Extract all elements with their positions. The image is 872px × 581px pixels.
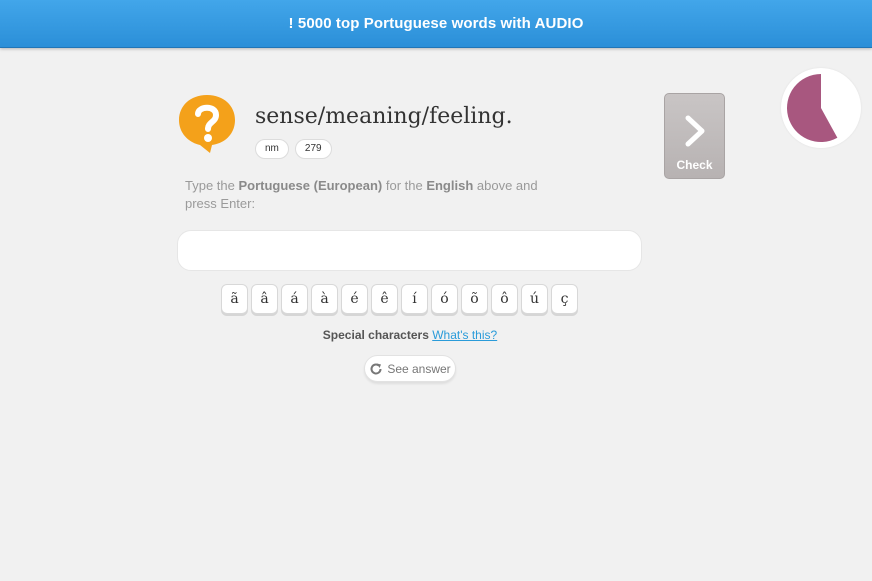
question-bubble-icon <box>179 95 235 153</box>
chevron-right-icon <box>685 115 705 147</box>
char-key-o-acute[interactable]: ó <box>431 284 458 314</box>
char-key-e-circumflex[interactable]: ê <box>371 284 398 314</box>
countdown-timer <box>781 68 861 148</box>
top-banner: ! 5000 top Portuguese words with AUDIO <box>0 0 872 48</box>
prompt-word: sense/meaning/feeling. <box>255 104 513 129</box>
check-label: Check <box>676 158 713 172</box>
word-rank-tag: 279 <box>294 139 332 159</box>
special-characters-label: Special characters <box>322 328 429 342</box>
special-characters-row: Special characters What's this? <box>0 328 820 342</box>
char-key-a-acute[interactable]: á <box>281 284 308 314</box>
instructions: Type the Portuguese (European) for the E… <box>185 178 538 211</box>
char-key-i-acute[interactable]: í <box>401 284 428 314</box>
char-key-a-circumflex[interactable]: â <box>251 284 278 314</box>
word-tags: nm 279 <box>255 139 332 159</box>
timer-remaining-slice <box>787 74 838 142</box>
char-key-a-grave[interactable]: à <box>311 284 338 314</box>
source-language: English <box>426 178 474 193</box>
answer-input[interactable] <box>177 230 642 271</box>
refresh-icon <box>370 363 382 375</box>
char-key-a-tilde[interactable]: ã <box>221 284 248 314</box>
char-key-o-tilde[interactable]: õ <box>461 284 488 314</box>
char-key-o-circumflex[interactable]: ô <box>491 284 518 314</box>
whats-this-link[interactable]: What's this? <box>432 328 497 342</box>
timer-pie <box>787 74 838 142</box>
course-title: ! 5000 top Portuguese words with AUDIO <box>288 15 584 32</box>
char-key-c-cedilla[interactable]: ç <box>551 284 578 314</box>
check-button[interactable]: Check <box>664 93 725 179</box>
char-key-e-acute[interactable]: é <box>341 284 368 314</box>
special-character-keys: ã â á à é ê í ó õ ô ú ç <box>221 284 578 314</box>
see-answer-label: See answer <box>387 361 451 376</box>
part-of-speech-tag: nm <box>255 139 289 159</box>
target-language: Portuguese (European) <box>238 178 383 193</box>
char-key-u-acute[interactable]: ú <box>521 284 548 314</box>
see-answer-button[interactable]: See answer <box>364 355 456 382</box>
side-decoration <box>0 78 14 138</box>
